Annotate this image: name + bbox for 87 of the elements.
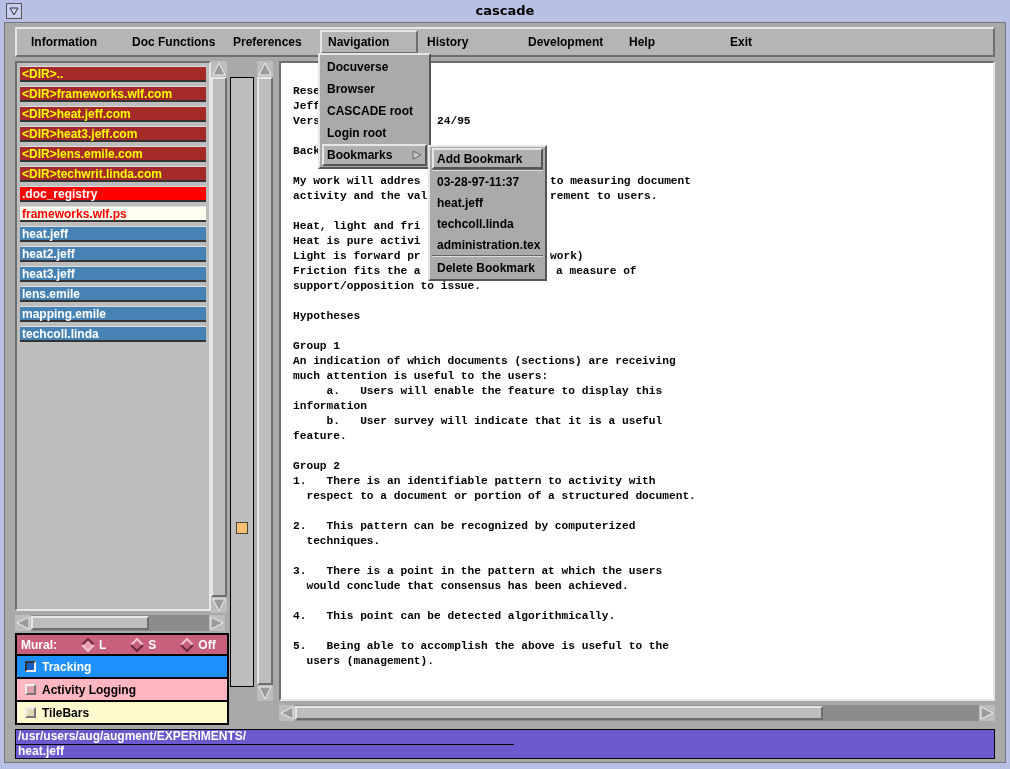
document-text: 4. This point can be detected algorithmically.: [293, 609, 616, 624]
mural-label: Mural:: [21, 636, 57, 654]
menu-item[interactable]: administration.tex: [432, 234, 543, 255]
menu-item[interactable]: techcoll.linda: [432, 213, 543, 234]
scroll-down-arrow-icon[interactable]: [257, 685, 273, 701]
document-text: Group 1: [293, 339, 340, 354]
scroll-right-arrow-icon[interactable]: [979, 705, 995, 721]
file-list-item[interactable]: mapping.emile: [20, 306, 206, 322]
file-list-item[interactable]: heat.jeff: [20, 226, 206, 242]
menu-item[interactable]: Docuverse: [322, 56, 427, 78]
scroll-down-arrow-icon[interactable]: [211, 597, 227, 613]
file-list-item[interactable]: frameworks.wlf.ps: [20, 206, 206, 222]
radio-icon[interactable]: [130, 637, 145, 652]
menu-item[interactable]: 03-28-97-11:37: [432, 171, 543, 192]
menu-item[interactable]: Information: [23, 30, 123, 54]
document-text: to measuring document: [550, 174, 691, 189]
document-text: would conclude that consensus has been achieved.: [305, 579, 629, 594]
scroll-left-arrow-icon[interactable]: [279, 705, 295, 721]
file-name: heat.jeff: [16, 744, 514, 758]
document-text: users (management).: [305, 654, 434, 669]
document-text: support/opposition to issue.: [293, 279, 481, 294]
menu-item[interactable]: Browser: [322, 78, 427, 100]
menu-item[interactable]: heat.jeff: [432, 192, 543, 213]
file-list-item[interactable]: heat2.jeff: [20, 246, 206, 262]
file-list-item[interactable]: <DIR>heat3.jeff.com: [20, 126, 206, 142]
directory-path: /usr/users/aug/augment/EXPERIMENTS/: [16, 730, 514, 744]
file-list-item[interactable]: <DIR>..: [20, 66, 206, 82]
radio-option[interactable]: Off: [180, 635, 216, 654]
document-text: Vers: [293, 114, 320, 129]
menu-item[interactable]: Add Bookmark: [432, 148, 543, 169]
file-list-item[interactable]: <DIR>techwrit.linda.com: [20, 166, 206, 182]
scroll-left-arrow-icon[interactable]: [15, 615, 31, 631]
document-text: much attention is useful to the users:: [293, 369, 549, 384]
file-list-item[interactable]: techcoll.linda: [20, 326, 206, 342]
document-text: Heat is pure activi: [293, 234, 421, 249]
document-text: a. Users will enable the feature to display this: [325, 384, 663, 399]
menu-item[interactable]: Preferences: [225, 30, 319, 54]
file-list-item[interactable]: <DIR>lens.emile.com: [20, 146, 206, 162]
document-text: Rese: [293, 84, 320, 99]
document-text: Back: [293, 144, 320, 159]
document-text: work): [550, 249, 584, 264]
document-text: b. User survey will indicate that it is a useful: [325, 414, 663, 429]
menu-item[interactable]: History: [419, 30, 519, 54]
document-text: Group 2: [293, 459, 340, 474]
document-text: Jeff: [293, 99, 320, 114]
position-marker: [236, 522, 248, 534]
document-text: feature.: [293, 429, 347, 444]
document-text: a measure of: [556, 264, 637, 279]
document-text: Heat, light and fri: [293, 219, 421, 234]
menu-item[interactable]: CASCADE root: [322, 100, 427, 122]
scroll-up-arrow-icon[interactable]: [211, 61, 227, 77]
radio-option[interactable]: S: [130, 635, 157, 654]
menu-item[interactable]: Login root: [322, 122, 427, 144]
file-list-item[interactable]: heat3.jeff: [20, 266, 206, 282]
menu-item[interactable]: Exit: [722, 30, 782, 54]
document-text: information: [293, 399, 367, 414]
radio-option[interactable]: L: [81, 635, 107, 654]
scroll-up-arrow-icon[interactable]: [257, 61, 273, 77]
document-text: Friction fits the a: [293, 264, 421, 279]
document-text: My work will addres: [293, 174, 421, 189]
document-text: techniques.: [305, 534, 381, 549]
menu-item[interactable]: Navigation: [320, 30, 418, 54]
window-title: cascade: [474, 2, 536, 21]
file-list-item[interactable]: lens.emile: [20, 286, 206, 302]
document-text: Light is forward pr: [293, 249, 421, 264]
menu-item[interactable]: Development: [520, 30, 620, 54]
document-text: Hypotheses: [293, 309, 361, 324]
document-text: 1. There is an identifiable pattern to activity with: [293, 474, 656, 489]
menu-item[interactable]: Bookmarks: [322, 144, 427, 166]
document-text: 3. There is a point in the pattern at which the users: [293, 564, 663, 579]
file-list-item[interactable]: .doc_registry: [20, 186, 206, 202]
document-text: 24/95: [437, 114, 471, 129]
document-text: activity and the val: [293, 189, 428, 204]
menu-item[interactable]: Help: [621, 30, 721, 54]
document-text: rement to users.: [550, 189, 658, 204]
window-menu-icon[interactable]: [6, 3, 22, 19]
document-text: 2. This pattern can be recognized by computerized: [293, 519, 636, 534]
radio-icon[interactable]: [81, 637, 95, 652]
file-list-item[interactable]: <DIR>heat.jeff.com: [20, 106, 206, 122]
scroll-right-arrow-icon[interactable]: [209, 615, 225, 631]
document-text: An indication of which documents (sections) are receiving: [293, 354, 676, 369]
file-list-item[interactable]: <DIR>frameworks.wlf.com: [20, 86, 206, 102]
menu-item[interactable]: Doc Functions: [124, 30, 224, 54]
document-text: 5. Being able to accomplish the above is useful to the: [293, 639, 669, 654]
menu-item[interactable]: Delete Bookmark: [432, 257, 543, 278]
radio-icon[interactable]: [180, 637, 195, 652]
document-text: respect to a document or portion of a structured document.: [305, 489, 696, 504]
